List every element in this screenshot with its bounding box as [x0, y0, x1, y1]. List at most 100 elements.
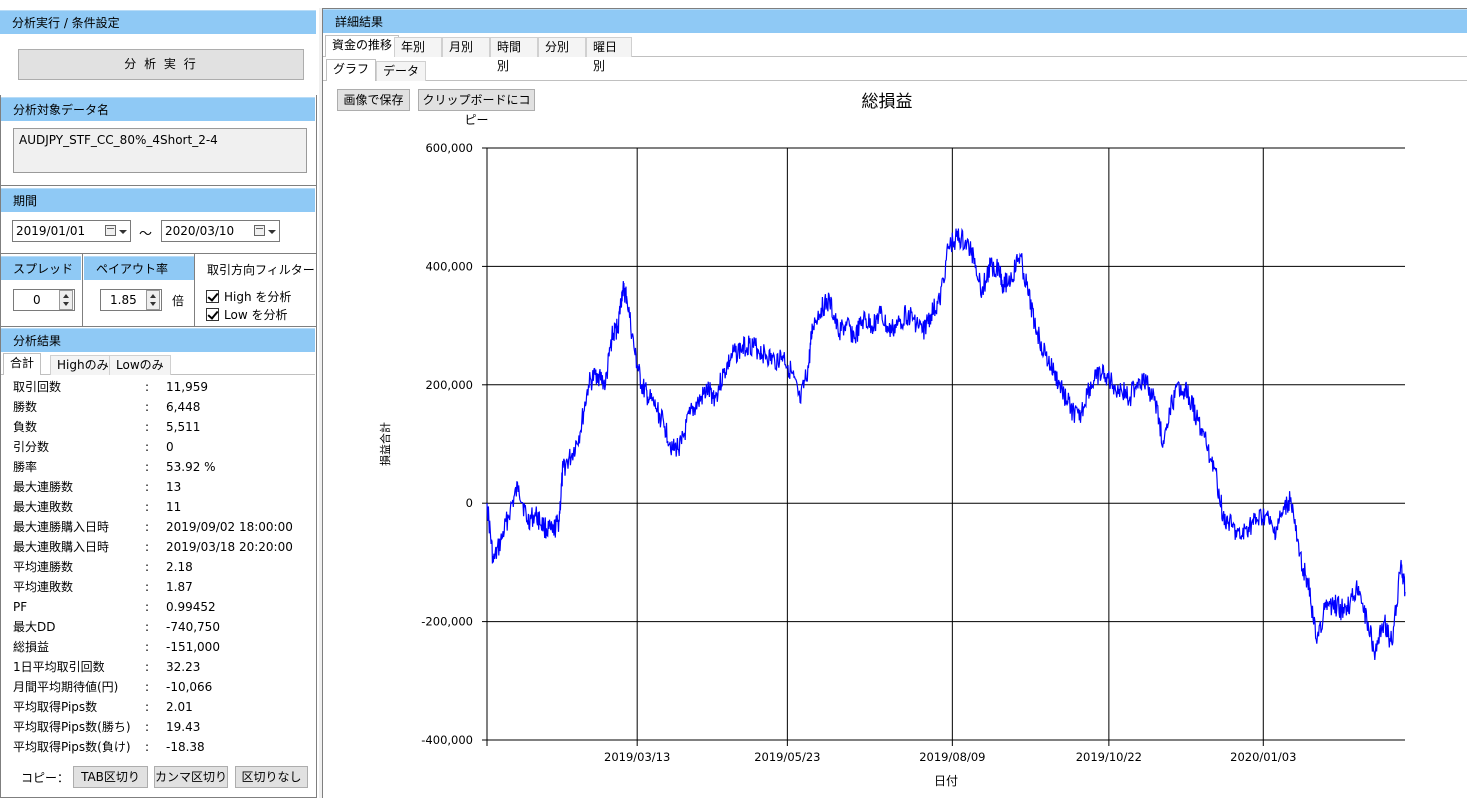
stat-value: 5,511	[166, 420, 201, 434]
payout-input[interactable]: 1.85	[100, 289, 162, 311]
stat-row: 最大DD: -740,750	[13, 617, 313, 637]
tab-monthly[interactable]: 月別	[442, 37, 490, 57]
stat-label: 勝率	[13, 460, 38, 474]
stat-label: 月間平均期待値(円)	[13, 680, 119, 694]
tab-yearly[interactable]: 年別	[394, 37, 442, 57]
divider	[0, 253, 317, 254]
tab-hourly[interactable]: 時間別	[490, 37, 538, 73]
y-axis-label: 損益合計	[378, 422, 392, 466]
high-checkbox[interactable]: High を分析	[206, 288, 291, 305]
copy-tab-button[interactable]: TAB区切り	[73, 766, 148, 788]
x-tick-label: 2019/05/23	[754, 750, 820, 764]
stat-value: 32.23	[166, 660, 201, 674]
calendar-icon[interactable]	[105, 225, 116, 236]
stat-value: -151,000	[166, 640, 220, 654]
stat-value: 1.87	[166, 580, 193, 594]
stat-colon: :	[145, 660, 150, 674]
run-analysis-button[interactable]: 分 析 実 行	[18, 49, 304, 80]
x-axis-label: 日付	[934, 774, 958, 788]
stat-label: 負数	[13, 420, 38, 434]
stepper-down-icon[interactable]	[63, 302, 69, 306]
y-tick-label: 0	[466, 496, 473, 510]
results-header: 分析結果	[1, 328, 315, 352]
stat-colon: :	[145, 580, 150, 594]
calendar-icon[interactable]	[254, 225, 265, 236]
y-tick-label: 600,000	[425, 141, 473, 155]
stat-row: 引分数: 0	[13, 437, 313, 457]
period-tilde: ～	[139, 227, 153, 242]
stat-colon: :	[145, 520, 150, 534]
period-to-value: 2020/03/10	[165, 224, 235, 238]
tab-equity[interactable]: 資金の推移	[325, 35, 400, 57]
divider	[194, 254, 195, 326]
tab-data[interactable]: データ	[376, 61, 427, 81]
stat-row: 負数: 5,511	[13, 417, 313, 437]
tab-graph[interactable]: グラフ	[326, 59, 376, 81]
chevron-down-icon[interactable]	[119, 230, 127, 234]
period-header: 期間	[1, 188, 315, 212]
stepper-up-icon[interactable]	[63, 294, 69, 298]
stat-row: 平均取得Pips数(負け): -18.38	[13, 737, 313, 757]
chevron-down-icon[interactable]	[268, 230, 276, 234]
stat-colon: :	[145, 540, 150, 554]
checkbox-checked-icon[interactable]	[206, 308, 219, 321]
direction-filter-header: 取引方向フィルター	[207, 263, 315, 277]
left-panel-header: 分析実行 / 条件設定	[0, 10, 316, 34]
spread-header: スプレッド	[1, 256, 81, 280]
stepper-down-icon[interactable]	[150, 302, 156, 306]
copy-none-button[interactable]: 区切りなし	[235, 766, 308, 788]
y-tick-label: 400,000	[425, 259, 473, 273]
payout-stepper[interactable]	[146, 290, 160, 310]
stepper-up-icon[interactable]	[150, 294, 156, 298]
stat-value: -10,066	[166, 680, 213, 694]
spread-input[interactable]: 0	[13, 289, 75, 311]
spread-value: 0	[33, 293, 41, 307]
stat-value: 11,959	[166, 380, 208, 394]
stat-label: 平均取得Pips数	[13, 700, 98, 714]
tab-minute[interactable]: 分別	[538, 37, 586, 57]
stat-row: 勝数: 6,448	[13, 397, 313, 417]
stat-label: 引分数	[13, 440, 50, 454]
stat-row: 平均取得Pips数: 2.01	[13, 697, 313, 717]
stat-label: 最大連敗購入日時	[13, 540, 110, 554]
tab-weekday[interactable]: 曜日別	[586, 37, 632, 73]
stat-value: -740,750	[166, 620, 220, 634]
copy-comma-button[interactable]: カンマ区切り	[154, 766, 228, 788]
stat-row: 最大連勝数: 13	[13, 477, 313, 497]
stat-colon: :	[145, 400, 150, 414]
period-from-field[interactable]: 2019/01/01	[12, 220, 131, 242]
stat-colon: :	[145, 560, 150, 574]
stat-row: 平均取得Pips数(勝ち): 19.43	[13, 717, 313, 737]
stat-label: 最大連勝数	[13, 480, 74, 494]
right-panel-header: 詳細結果	[323, 9, 1467, 33]
tab-low-only[interactable]: Lowのみ	[109, 355, 171, 375]
stat-row: 最大連勝購入日時: 2019/09/02 18:00:00	[13, 517, 313, 537]
target-data-field[interactable]: AUDJPY_STF_CC_80%_4Short_2-4	[13, 128, 307, 173]
stat-value: 2019/03/18 20:20:00	[166, 540, 293, 554]
high-checkbox-label: High を分析	[224, 290, 292, 304]
stat-label: 平均取得Pips数(勝ち)	[13, 720, 131, 734]
checkbox-checked-icon[interactable]	[206, 290, 219, 303]
copy-label: コピー：	[21, 771, 70, 785]
stat-value: 19.43	[166, 720, 201, 734]
stat-row: PF: 0.99452	[13, 597, 313, 617]
stat-value: 0	[166, 440, 174, 454]
low-checkbox[interactable]: Low を分析	[206, 306, 287, 323]
stat-label: 総損益	[13, 640, 50, 654]
stat-label: PF	[13, 600, 28, 614]
stat-label: 最大連敗数	[13, 500, 74, 514]
stat-row: 平均連勝数: 2.18	[13, 557, 313, 577]
period-to-field[interactable]: 2020/03/10	[161, 220, 280, 242]
tab-total[interactable]: 合計	[3, 353, 42, 375]
spread-stepper[interactable]	[59, 290, 73, 310]
stat-colon: :	[145, 500, 150, 514]
stat-colon: :	[145, 640, 150, 654]
divider	[0, 185, 317, 186]
stat-value: 2019/09/02 18:00:00	[166, 520, 293, 534]
x-tick-label: 2020/01/03	[1230, 750, 1296, 764]
stat-colon: :	[145, 720, 150, 734]
stat-row: 勝率: 53.92 %	[13, 457, 313, 477]
stat-row: 平均連敗数: 1.87	[13, 577, 313, 597]
tab-high-only[interactable]: Highのみ	[50, 355, 116, 375]
stat-label: 1日平均取引回数	[13, 660, 105, 674]
